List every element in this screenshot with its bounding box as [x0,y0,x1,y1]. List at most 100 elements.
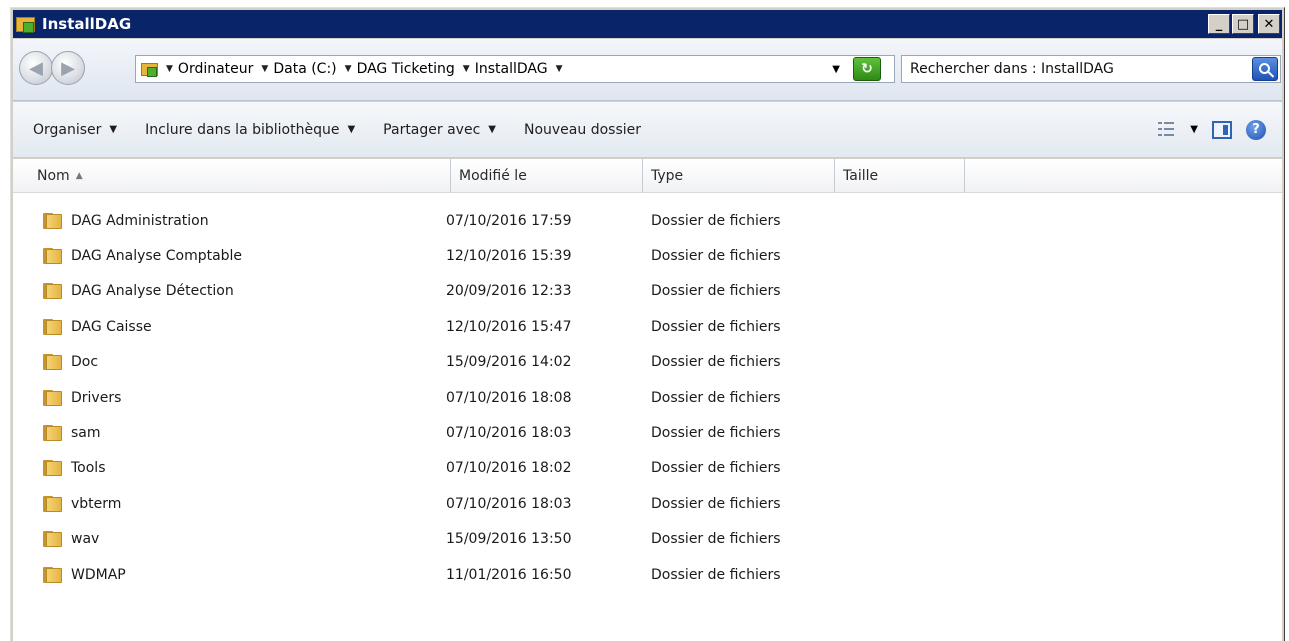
file-rows: DAG Administration 07/10/2016 17:59 Dossie… [13,203,1282,592]
file-modified-cell: 07/10/2016 18:02 [446,460,572,477]
file-modified-cell: 12/10/2016 15:39 [446,248,572,265]
refresh-icon[interactable]: ↻ [853,57,881,81]
file-name: WDMAP [71,566,126,583]
breadcrumb-item[interactable]: ▼ InstallDAG [463,61,548,77]
file-name: wav [71,531,100,548]
file-name: DAG Administration [71,212,209,229]
close-button[interactable]: ✕ [1258,14,1280,34]
file-name-cell: Drivers [43,380,121,415]
file-name-cell: DAG Analyse Comptable [43,238,242,273]
file-modified-cell: 12/10/2016 15:47 [446,318,572,335]
folder-icon [140,60,160,78]
file-modified-cell: 07/10/2016 17:59 [446,212,572,229]
table-row[interactable]: DAG Caisse 12/10/2016 15:47 Dossier de fic… [13,309,1282,344]
view-icon[interactable] [1158,121,1176,138]
folder-icon [15,14,37,34]
file-name: DAG Analyse Détection [71,283,234,300]
file-type-cell: Dossier de fichiers [651,531,781,548]
file-name: Tools [71,460,106,477]
file-type-cell: Dossier de fichiers [651,283,781,300]
file-name-cell: DAG Analyse Détection [43,274,234,309]
address-bar[interactable]: ▼ Ordinateur ▼ Data (C:) ▼ DAG Ticketing ▼ I… [135,55,895,83]
file-name: DAG Caisse [71,318,152,335]
file-type-cell: Dossier de fichiers [651,212,781,229]
help-icon[interactable]: ? [1246,119,1266,140]
breadcrumb-item[interactable]: ▼ DAG Ticketing [345,61,455,77]
file-list: Nom ▲ Modifié le Type Taille DAG Administ… [13,159,1282,641]
folder-icon [43,389,63,407]
file-name-cell: sam [43,415,101,450]
sort-ascending-icon: ▲ [75,171,83,181]
file-name: DAG Analyse Comptable [71,248,243,265]
file-name: vbterm [71,495,122,512]
search-icon[interactable] [1252,57,1278,81]
chevron-down-icon: ▼ [488,124,496,135]
back-button[interactable]: ◀ [19,51,53,85]
column-header-name[interactable]: Nom ▲ [29,159,451,193]
breadcrumb-item[interactable]: ▼ Data (C:) [261,61,336,77]
file-type-cell: Dossier de fichiers [651,425,781,442]
file-name: Doc [71,354,99,371]
file-type-cell: Dossier de fichiers [651,248,781,265]
column-header-size[interactable]: Taille [835,159,965,193]
include-library-button[interactable]: Inclure dans la bibliothèque ▼ [131,114,369,146]
breadcrumb-item[interactable]: ▼ Ordinateur [166,61,253,77]
file-name-cell: WDMAP [43,557,126,592]
file-type-cell: Dossier de fichiers [651,460,781,477]
file-name-cell: Doc [43,345,98,380]
file-name: sam [71,425,101,442]
explorer-window: InstallDAG _ □ ✕ ◀ ▶ ▼ Ordinateur ▼ Data (… [10,7,1285,641]
file-modified-cell: 07/10/2016 18:03 [446,425,572,442]
folder-icon [43,318,63,336]
file-name: Drivers [71,389,122,406]
folder-icon [43,459,63,477]
minimize-button[interactable]: _ [1208,14,1230,34]
table-row[interactable]: wav 15/09/2016 13:50 Dossier de fichiers [13,522,1282,557]
column-header-row: Nom ▲ Modifié le Type Taille [13,159,1282,193]
folder-icon [43,247,63,265]
forward-button[interactable]: ▶ [51,51,85,85]
view-dropdown-icon[interactable]: ▼ [1190,124,1198,135]
breadcrumb-chevron-icon[interactable]: ▼ [556,64,568,74]
new-folder-button[interactable]: Nouveau dossier [510,114,655,146]
file-modified-cell: 15/09/2016 13:50 [446,531,572,548]
chevron-down-icon: ▼ [109,124,118,135]
file-modified-cell: 20/09/2016 12:33 [446,283,572,300]
table-row[interactable]: Drivers 07/10/2016 18:08 Dossier de fichie… [13,380,1282,415]
preview-pane-icon[interactable] [1212,120,1232,139]
column-header-type[interactable]: Type [643,159,835,193]
address-history-dropdown-icon[interactable]: ▼ [832,64,840,75]
maximize-button[interactable]: □ [1232,14,1254,34]
table-row[interactable]: vbterm 07/10/2016 18:03 Dossier de fichier… [13,486,1282,521]
command-bar: Organiser ▼ Inclure dans la bibliothèque ▼… [13,102,1282,158]
file-modified-cell: 07/10/2016 18:08 [446,389,572,406]
file-type-cell: Dossier de fichiers [651,495,781,512]
chevron-down-icon: ▼ [347,124,356,135]
table-row[interactable]: Tools 07/10/2016 18:02 Dossier de fichiers [13,451,1282,486]
file-modified-cell: 15/09/2016 14:02 [446,354,572,371]
search-placeholder: Rechercher dans : InstallDAG [910,61,1114,77]
title-bar[interactable]: InstallDAG _ □ ✕ [13,10,1282,38]
file-name-cell: Tools [43,451,106,486]
organize-button[interactable]: Organiser ▼ [13,114,131,146]
search-input[interactable]: Rechercher dans : InstallDAG [901,55,1281,83]
file-modified-cell: 11/01/2016 16:50 [446,566,572,583]
folder-icon [43,530,63,548]
file-type-cell: Dossier de fichiers [651,389,781,406]
file-name-cell: vbterm [43,486,121,521]
folder-icon [43,495,63,513]
window-title: InstallDAG [42,15,132,33]
table-row[interactable]: sam 07/10/2016 18:03 Dossier de fichiers [13,415,1282,450]
table-row[interactable]: DAG Analyse Détection 20/09/2016 12:33 Dos… [13,274,1282,309]
address-bar-row: ◀ ▶ ▼ Ordinateur ▼ Data (C:) ▼ DAG Ticketin… [13,39,1282,101]
share-with-button[interactable]: Partager avec ▼ [369,114,510,146]
table-row[interactable]: WDMAP 11/01/2016 16:50 Dossier de fichiers [13,557,1282,592]
folder-icon [43,353,63,371]
table-row[interactable]: DAG Administration 07/10/2016 17:59 Dossie… [13,203,1282,238]
table-row[interactable]: Doc 15/09/2016 14:02 Dossier de fichiers [13,345,1282,380]
table-row[interactable]: DAG Analyse Comptable 12/10/2016 15:39 Dos… [13,238,1282,273]
file-type-cell: Dossier de fichiers [651,566,781,583]
file-name-cell: DAG Administration [43,203,209,238]
folder-icon [43,282,63,300]
column-header-modified[interactable]: Modifié le [451,159,643,193]
